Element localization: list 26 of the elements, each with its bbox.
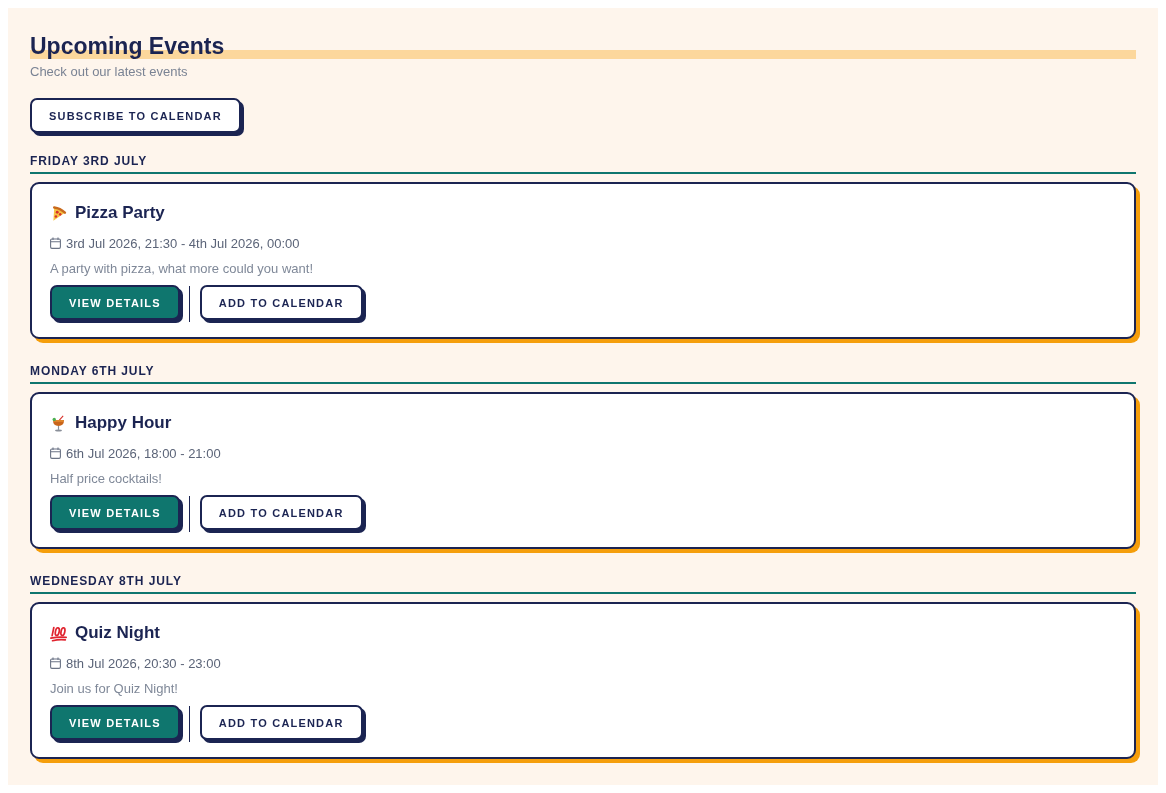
date-heading: MONDAY 6TH JULY — [30, 364, 155, 378]
event-description: A party with pizza, what more could you want! — [50, 261, 314, 277]
calendar-icon — [50, 237, 61, 249]
event-date-time: 6th Jul 2026, 18:00 - 21:00 — [66, 445, 221, 461]
date-heading: WEDNESDAY 8TH JULY — [30, 574, 182, 588]
calendar-icon — [50, 657, 61, 669]
hundred-points-icon — [50, 624, 67, 642]
event-description: Join us for Quiz Night! — [50, 681, 179, 697]
add-to-calendar-button[interactable]: ADD TO CALENDAR — [199, 705, 363, 740]
pizza-slice-icon — [50, 204, 67, 222]
event-description: Half price cocktails! — [50, 471, 163, 487]
view-details-button[interactable]: VIEW DETAILS — [50, 495, 180, 530]
subscribe-button[interactable]: SUBSCRIBE TO CALENDAR — [30, 98, 241, 133]
page-subtitle: Check out our latest events — [30, 64, 189, 80]
event-date-time: 3rd Jul 2026, 21:30 - 4th Jul 2026, 00:00 — [66, 235, 300, 251]
date-heading: FRIDAY 3RD JULY — [30, 154, 148, 168]
event-title: Happy Hour — [75, 413, 172, 433]
event-title: Quiz Night — [75, 623, 160, 643]
add-to-calendar-button[interactable]: ADD TO CALENDAR — [199, 285, 363, 320]
view-details-button[interactable]: VIEW DETAILS — [50, 285, 180, 320]
event-title: Pizza Party — [75, 203, 165, 223]
add-to-calendar-button[interactable]: ADD TO CALENDAR — [199, 495, 363, 530]
event-date-time: 8th Jul 2026, 20:30 - 23:00 — [66, 655, 221, 671]
cocktail-glass-icon — [50, 414, 67, 432]
calendar-icon — [50, 447, 61, 459]
view-details-button[interactable]: VIEW DETAILS — [50, 705, 180, 740]
